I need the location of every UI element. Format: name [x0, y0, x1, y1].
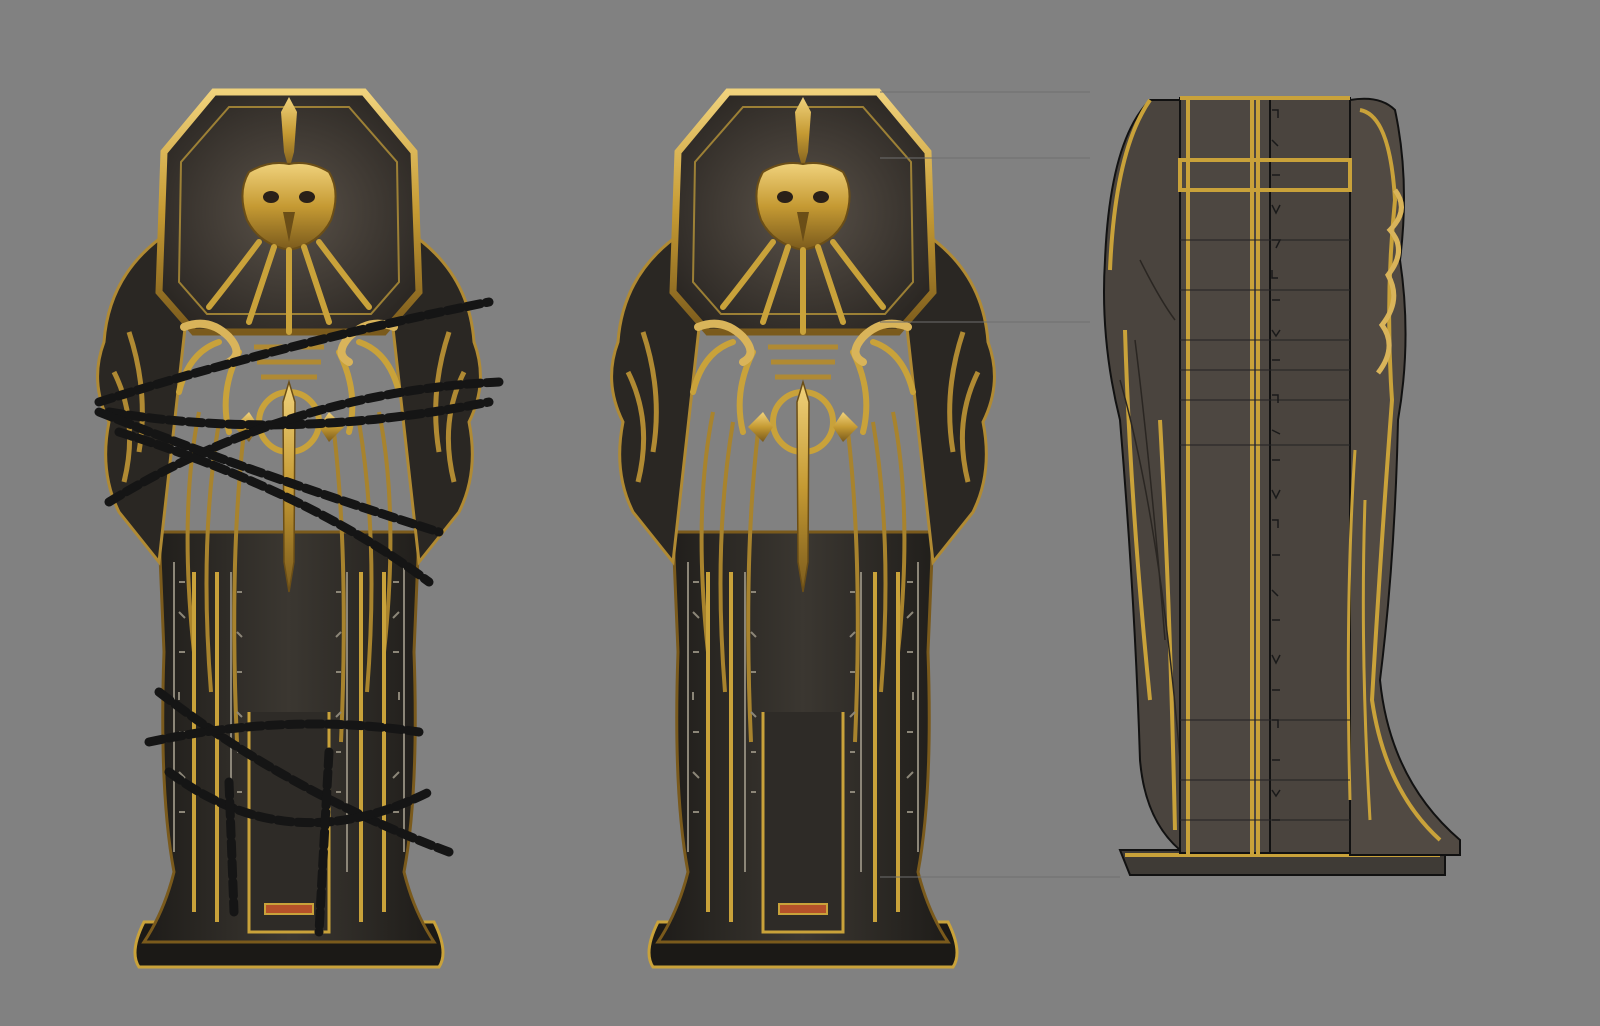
- sarcophagus-concept-illustration: [0, 0, 1461, 1026]
- front-view-chained: [98, 92, 504, 967]
- concept-art-sheet: [0, 0, 1600, 1026]
- front-view-unchained: [612, 92, 995, 967]
